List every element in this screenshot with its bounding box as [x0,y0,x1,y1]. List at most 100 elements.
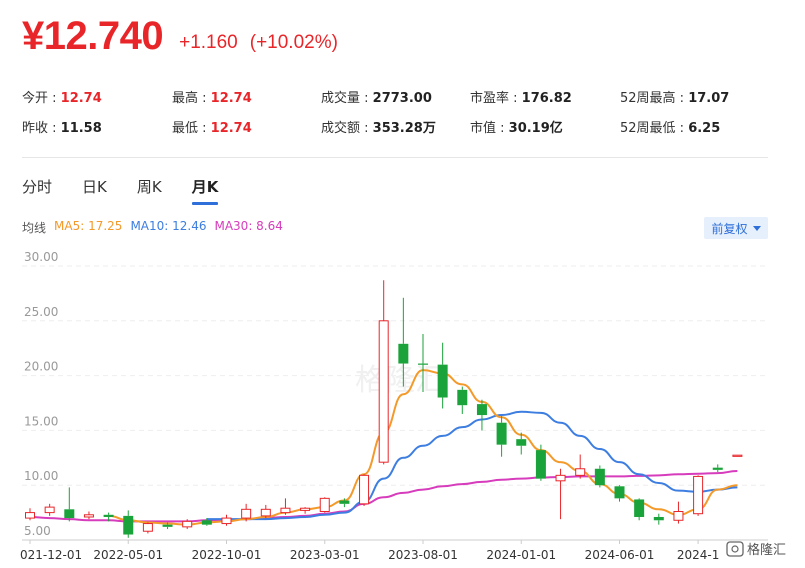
x-tick-label: 2023-03-01 [290,548,360,562]
candle-body [496,422,507,445]
candle-body [437,364,448,398]
x-tick-label: 2022-10-01 [192,548,262,562]
y-tick-label: 5.00 [24,524,51,538]
candle[interactable] [673,501,684,524]
candle-body [182,520,193,528]
candle[interactable] [260,504,271,519]
brand-logo: 格隆汇 [726,541,786,558]
candle-body [44,506,55,514]
price-change-percent: (+10.02%) [249,32,338,53]
candle-body [555,474,566,482]
candle[interactable] [123,510,134,538]
x-tick-label: 2022-05-01 [93,548,163,562]
ma30-value: MA30: 8.64 [214,219,283,233]
x-tick-label: 2024-1 [677,548,720,562]
candle-body [418,363,428,365]
candle[interactable] [634,498,645,521]
candle[interactable] [457,386,468,414]
candle-body [319,497,330,513]
candle[interactable] [280,498,291,515]
candle[interactable] [693,475,704,516]
ma5-value: MA5: 17.25 [54,219,123,233]
y-tick-label: 15.00 [24,414,58,428]
candle-body [359,474,370,505]
ma-legend-title: 均线 [22,221,47,235]
candle-body [221,517,232,525]
candle[interactable] [575,454,586,479]
ma10-line [206,410,738,521]
candle-body [398,343,409,364]
candle[interactable] [359,474,370,507]
candle-body [653,516,664,521]
candle[interactable] [594,465,605,488]
quote-header: ¥12.740 +1.160 (+10.02%) [22,8,338,58]
candle[interactable] [142,522,153,534]
stat-high: 最高 : 12.74 [172,91,252,106]
x-axis: 021-12-01 2022-05-01 2022-10-01 2023-03-01 2… [20,540,719,562]
candles [25,280,743,538]
candle[interactable] [437,342,448,409]
x-tick-label: 2023-08-01 [388,548,458,562]
candle-body [260,508,271,517]
candle-body [241,508,252,519]
candle-body [280,507,291,514]
candle[interactable] [44,503,55,516]
candle[interactable] [300,507,311,514]
y-axis: 30.00 25.00 20.00 15.00 10.00 5.00 [24,250,58,538]
period-tabs: 分时 日K 周K 月K [22,176,248,205]
candle[interactable] [732,454,743,457]
candle-body [575,468,586,476]
stat-volume: 成交量 : 2773.00 [321,91,432,106]
candle-body [614,486,625,499]
tab-daily-k[interactable]: 日K [82,176,107,205]
x-tick-label: 2024-01-01 [486,548,556,562]
tab-intraday[interactable]: 分时 [22,176,52,205]
candle[interactable] [25,508,35,521]
y-tick-label: 10.00 [24,469,58,483]
candle-body [64,509,75,519]
candle-body [535,450,546,479]
candle[interactable] [476,399,487,431]
brand-logo-icon [726,541,744,557]
adjust-dropdown[interactable]: 前复权 [704,217,768,239]
candle[interactable] [221,514,232,526]
stat-prev-close: 昨收 : 11.58 [22,121,102,136]
chart-grid [22,265,768,541]
candle[interactable] [653,513,664,525]
candle-body [25,512,35,519]
stat-52w-high: 52周最高 : 17.07 [620,91,730,106]
x-tick-label: 2024-06-01 [585,548,655,562]
candle[interactable] [378,280,389,465]
candle[interactable] [496,416,507,457]
stat-open: 今开 : 12.74 [22,91,102,106]
candle[interactable] [64,487,75,522]
stat-market-cap: 市值 : 30.19亿 [470,121,563,136]
x-tick-label: 021-12-01 [20,548,82,562]
tab-monthly-k[interactable]: 月K [191,176,218,205]
candle-body [162,524,173,527]
candle-body [712,467,723,470]
candle-body [123,515,134,535]
candle-body [103,514,114,517]
candle-body [634,499,645,517]
divider [22,157,768,158]
candle-body [300,507,311,511]
candle-body [142,523,153,532]
candle[interactable] [83,511,94,520]
tab-weekly-k[interactable]: 周K [137,176,162,205]
brand-logo-text: 格隆汇 [747,542,786,558]
stat-52w-low: 52周最低 : 6.25 [620,121,721,136]
stat-turnover: 成交额 : 353.28万 [321,121,436,136]
candle[interactable] [614,485,625,502]
candle-body [732,454,743,457]
candle[interactable] [319,497,330,513]
candle-body [673,511,684,521]
candle[interactable] [555,468,566,520]
ma-legend: 均线 MA5: 17.25 MA10: 12.46 MA30: 8.64 [22,219,291,236]
candle[interactable] [712,464,723,473]
candle-body [516,439,527,446]
kline-chart[interactable]: 格隆汇 021-12-01 2022-05-01 2022-10-01 2023-03… [0,250,805,568]
stat-low: 最低 : 12.74 [172,121,252,136]
candle-body [83,514,94,518]
candle-body [201,520,212,525]
